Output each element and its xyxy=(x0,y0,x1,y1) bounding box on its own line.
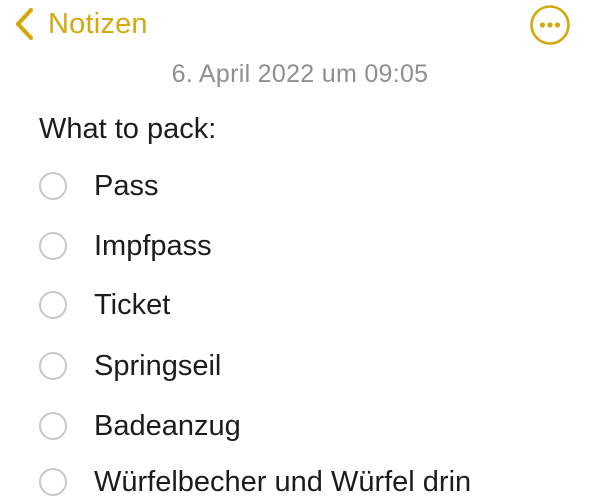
checkbox-circle-icon[interactable] xyxy=(39,232,67,260)
checklist-item-label[interactable]: Badeanzug xyxy=(94,410,241,443)
checkbox-circle-icon[interactable] xyxy=(39,412,67,440)
checklist: Pass Impfpass Ticket Springseil Badeanzu… xyxy=(0,0,600,498)
checklist-item: Impfpass xyxy=(39,226,579,266)
checklist-item: Badeanzug xyxy=(39,406,579,446)
checklist-item: Ticket xyxy=(39,285,579,325)
checklist-item: Würfelbecher und Würfel drin xyxy=(39,462,579,502)
checklist-item-label[interactable]: Pass xyxy=(94,170,158,203)
checkbox-circle-icon[interactable] xyxy=(39,172,67,200)
checkbox-circle-icon[interactable] xyxy=(39,352,67,380)
checklist-item: Pass xyxy=(39,166,579,206)
checkbox-circle-icon[interactable] xyxy=(39,291,67,319)
checklist-item: Springseil xyxy=(39,346,579,386)
checklist-item-label[interactable]: Würfelbecher und Würfel drin xyxy=(94,466,471,499)
checklist-item-label[interactable]: Ticket xyxy=(94,289,170,322)
checkbox-circle-icon[interactable] xyxy=(39,468,67,496)
checklist-item-label[interactable]: Springseil xyxy=(94,350,221,383)
checklist-item-label[interactable]: Impfpass xyxy=(94,230,212,263)
